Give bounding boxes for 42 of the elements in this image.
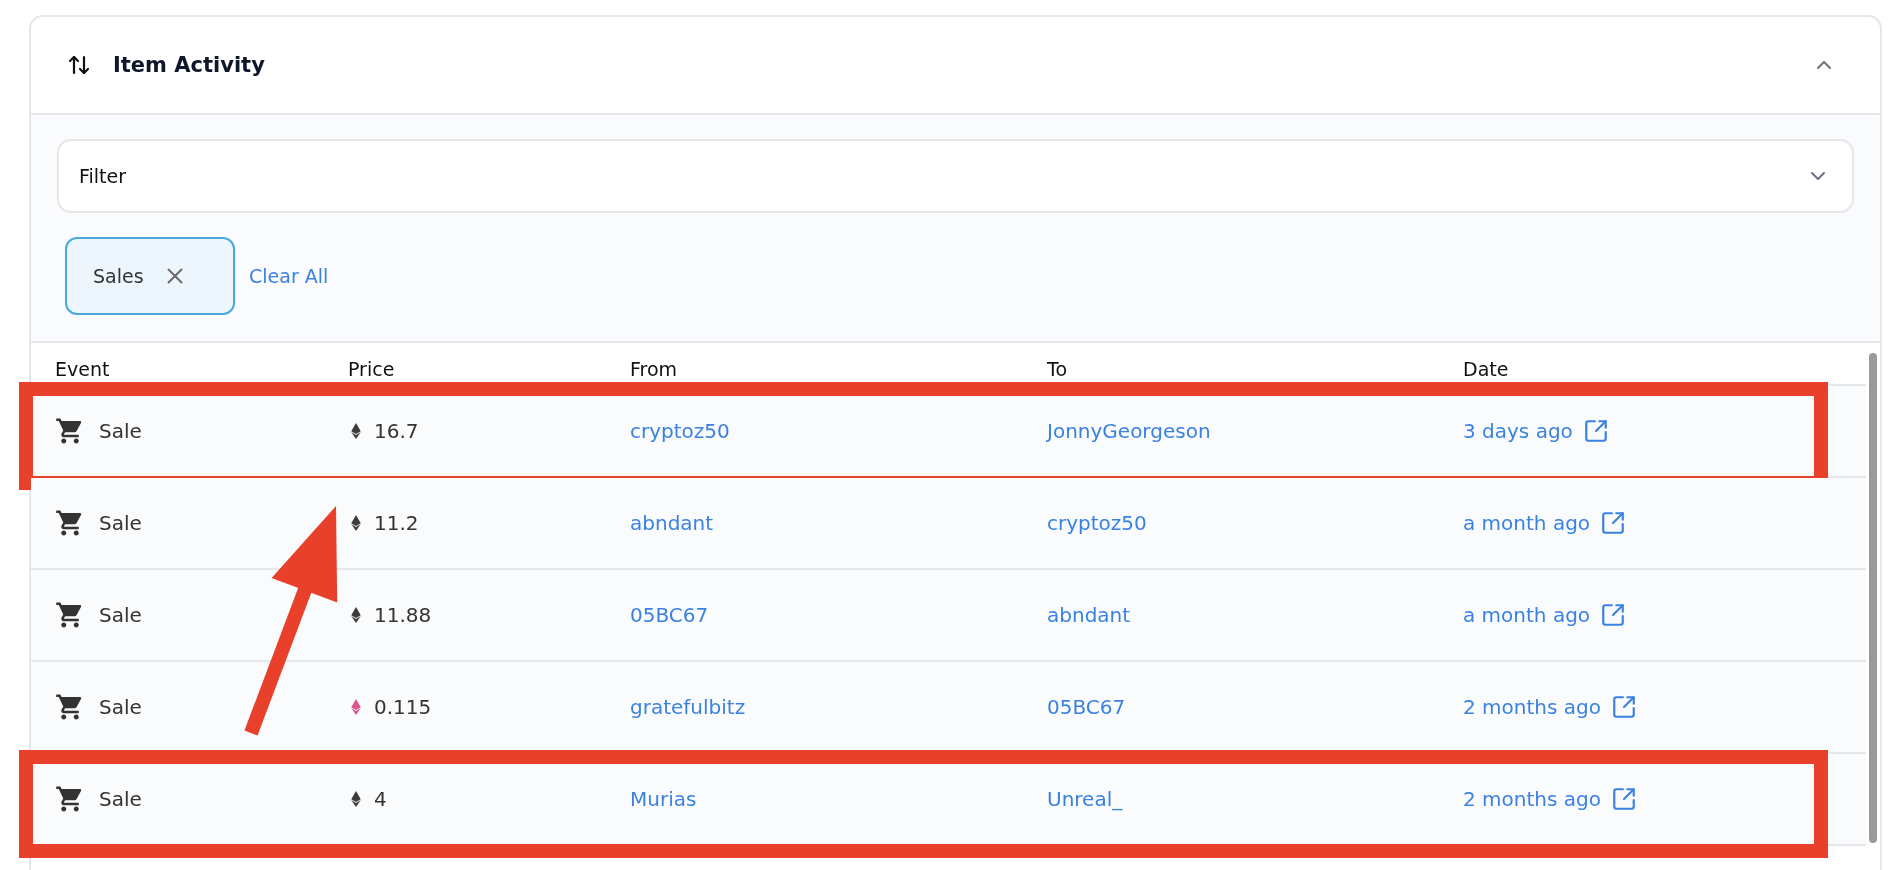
external-link-icon bbox=[1600, 510, 1627, 536]
user-link[interactable]: abndant bbox=[1047, 603, 1131, 627]
table-cell: 11.88 bbox=[374, 603, 432, 627]
external-link-icon bbox=[1600, 602, 1627, 628]
table-cell: Sale bbox=[99, 787, 142, 811]
scrollbar-thumb[interactable] bbox=[1869, 353, 1877, 843]
user-link[interactable]: Murias bbox=[630, 787, 697, 811]
table-cell: 16.7 bbox=[374, 419, 419, 443]
table-cell: 0.115 bbox=[374, 695, 432, 719]
user-link[interactable]: cryptoz50 bbox=[1047, 511, 1147, 535]
user-link[interactable]: 05BC67 bbox=[1047, 695, 1126, 719]
table-cell: Sale bbox=[99, 511, 142, 535]
column-header: To bbox=[1047, 358, 1068, 380]
chip-label: Sales bbox=[93, 265, 144, 287]
column-header: Price bbox=[348, 358, 396, 380]
user-link[interactable]: gratefulbitz bbox=[630, 695, 746, 719]
table-cell: 4 bbox=[374, 787, 387, 811]
sort-arrows-icon bbox=[67, 53, 91, 77]
user-link[interactable]: Unreal_ bbox=[1047, 787, 1123, 811]
filter-input[interactable]: Filter bbox=[77, 164, 1806, 188]
clear-all-link[interactable]: Clear All bbox=[247, 263, 331, 289]
external-link-icon bbox=[1610, 694, 1637, 720]
date-link[interactable]: 2 months ago bbox=[1463, 786, 1637, 812]
user-link[interactable]: 05BC67 bbox=[630, 603, 709, 627]
table-cell: Sale bbox=[99, 695, 142, 719]
column-header: From bbox=[630, 358, 679, 380]
external-link-icon bbox=[1582, 418, 1609, 444]
table-cell: Sale bbox=[99, 419, 142, 443]
date-link[interactable]: a month ago bbox=[1463, 510, 1627, 536]
user-link[interactable]: JonnyGeorgeson bbox=[1047, 419, 1211, 443]
filter-dropdown[interactable]: Filter bbox=[57, 139, 1854, 213]
user-link[interactable]: cryptoz50 bbox=[630, 419, 730, 443]
date-link[interactable]: a month ago bbox=[1463, 602, 1627, 628]
table-cell: 11.2 bbox=[374, 511, 419, 535]
user-link[interactable]: abndant bbox=[630, 511, 714, 535]
date-link[interactable]: 2 months ago bbox=[1463, 694, 1637, 720]
column-header: Date bbox=[1463, 358, 1510, 380]
external-link-icon bbox=[1610, 786, 1637, 812]
panel-title: Item Activity bbox=[113, 53, 266, 77]
date-link[interactable]: 3 days ago bbox=[1463, 418, 1609, 444]
column-header: Event bbox=[55, 358, 111, 380]
table-cell: Sale bbox=[99, 603, 142, 627]
